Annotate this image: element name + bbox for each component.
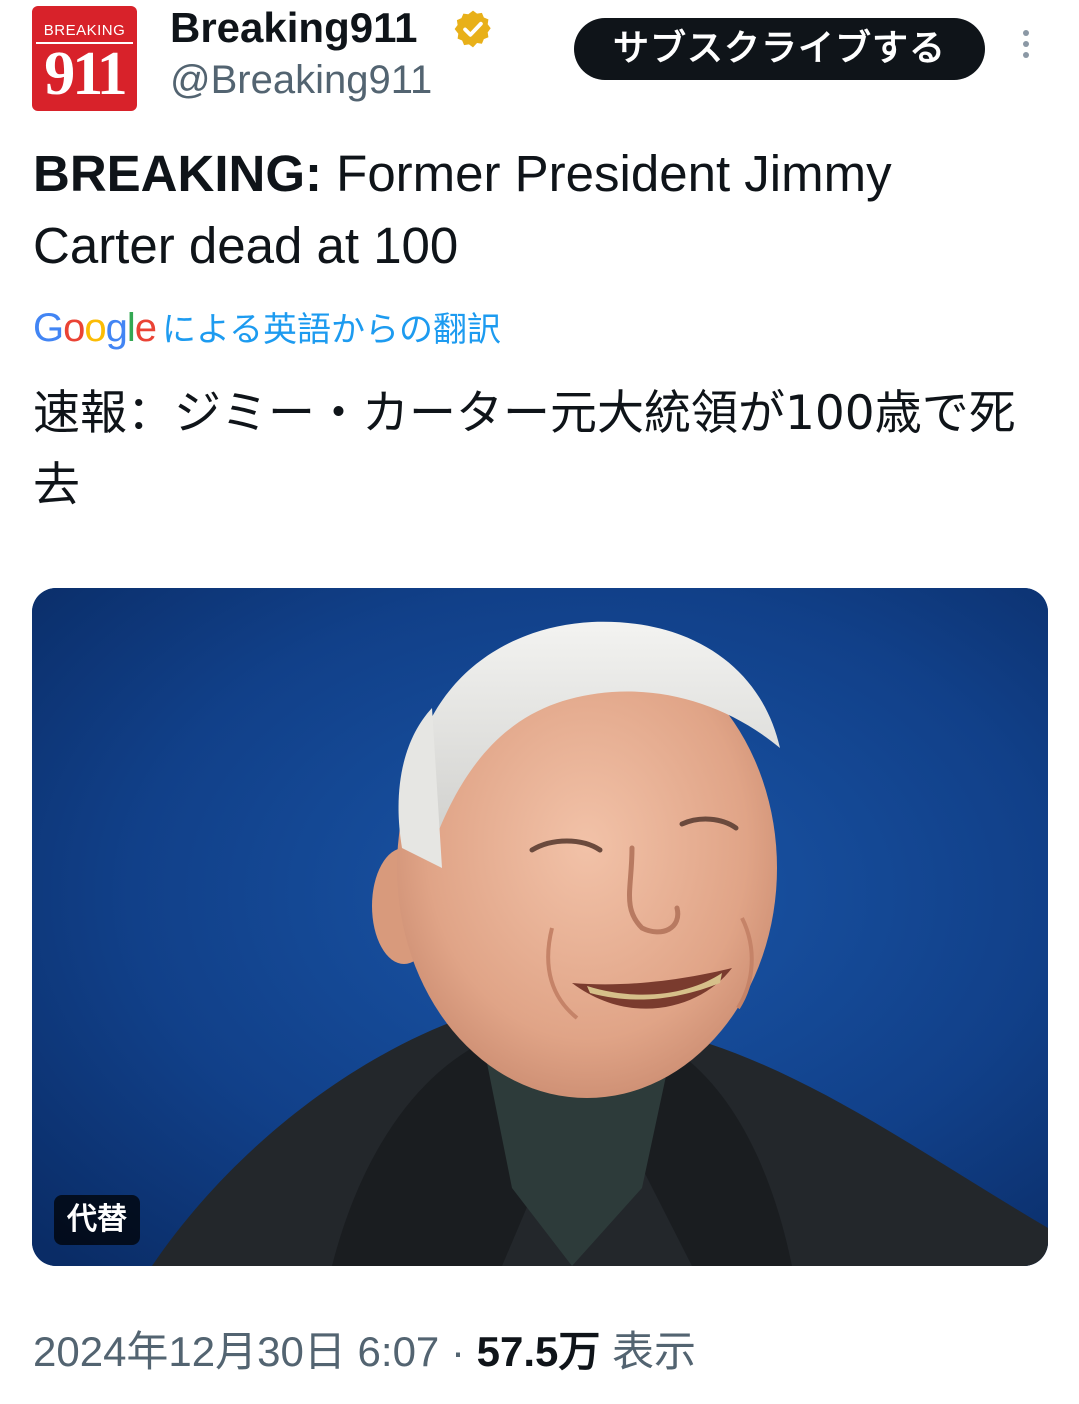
tweet-media-image[interactable] <box>32 588 1048 1266</box>
meta-separator: · <box>450 1328 465 1375</box>
tweet-meta: 2024年12月30日 6:07 · 57.5万 表示 <box>33 1318 696 1379</box>
portrait-illustration <box>32 588 1048 1266</box>
subscribe-button[interactable]: サブスクライブする <box>574 18 985 80</box>
avatar-logo-number: 911 <box>44 40 128 108</box>
tweet-text: BREAKING: Former President Jimmy Carter … <box>33 138 1043 282</box>
verified-badge-icon <box>454 10 491 48</box>
display-name[interactable]: Breaking911 <box>170 4 418 52</box>
tweet-timestamp[interactable]: 2024年12月30日 6:07 <box>33 1328 439 1375</box>
translation-label[interactable]: による英語からの翻訳 <box>162 310 501 350</box>
translation-attribution[interactable]: Google による英語からの翻訳 <box>33 302 501 351</box>
user-handle[interactable]: @Breaking911 <box>170 58 432 103</box>
tweet-text-lead: BREAKING: <box>33 145 322 202</box>
google-logo: Google <box>33 306 157 350</box>
profile-avatar[interactable]: BREAKING 911 <box>32 6 137 111</box>
media-alt-button[interactable]: 代替 <box>54 1195 140 1245</box>
views-label: 表示 <box>612 1328 697 1375</box>
avatar-logo-top-text: BREAKING <box>43 22 126 39</box>
views-count[interactable]: 57.5万 <box>477 1328 601 1375</box>
translated-text: 速報：ジミー・カーター元大統領が100歳で死去 <box>33 386 1016 513</box>
more-vertical-icon[interactable] <box>1016 30 1036 70</box>
